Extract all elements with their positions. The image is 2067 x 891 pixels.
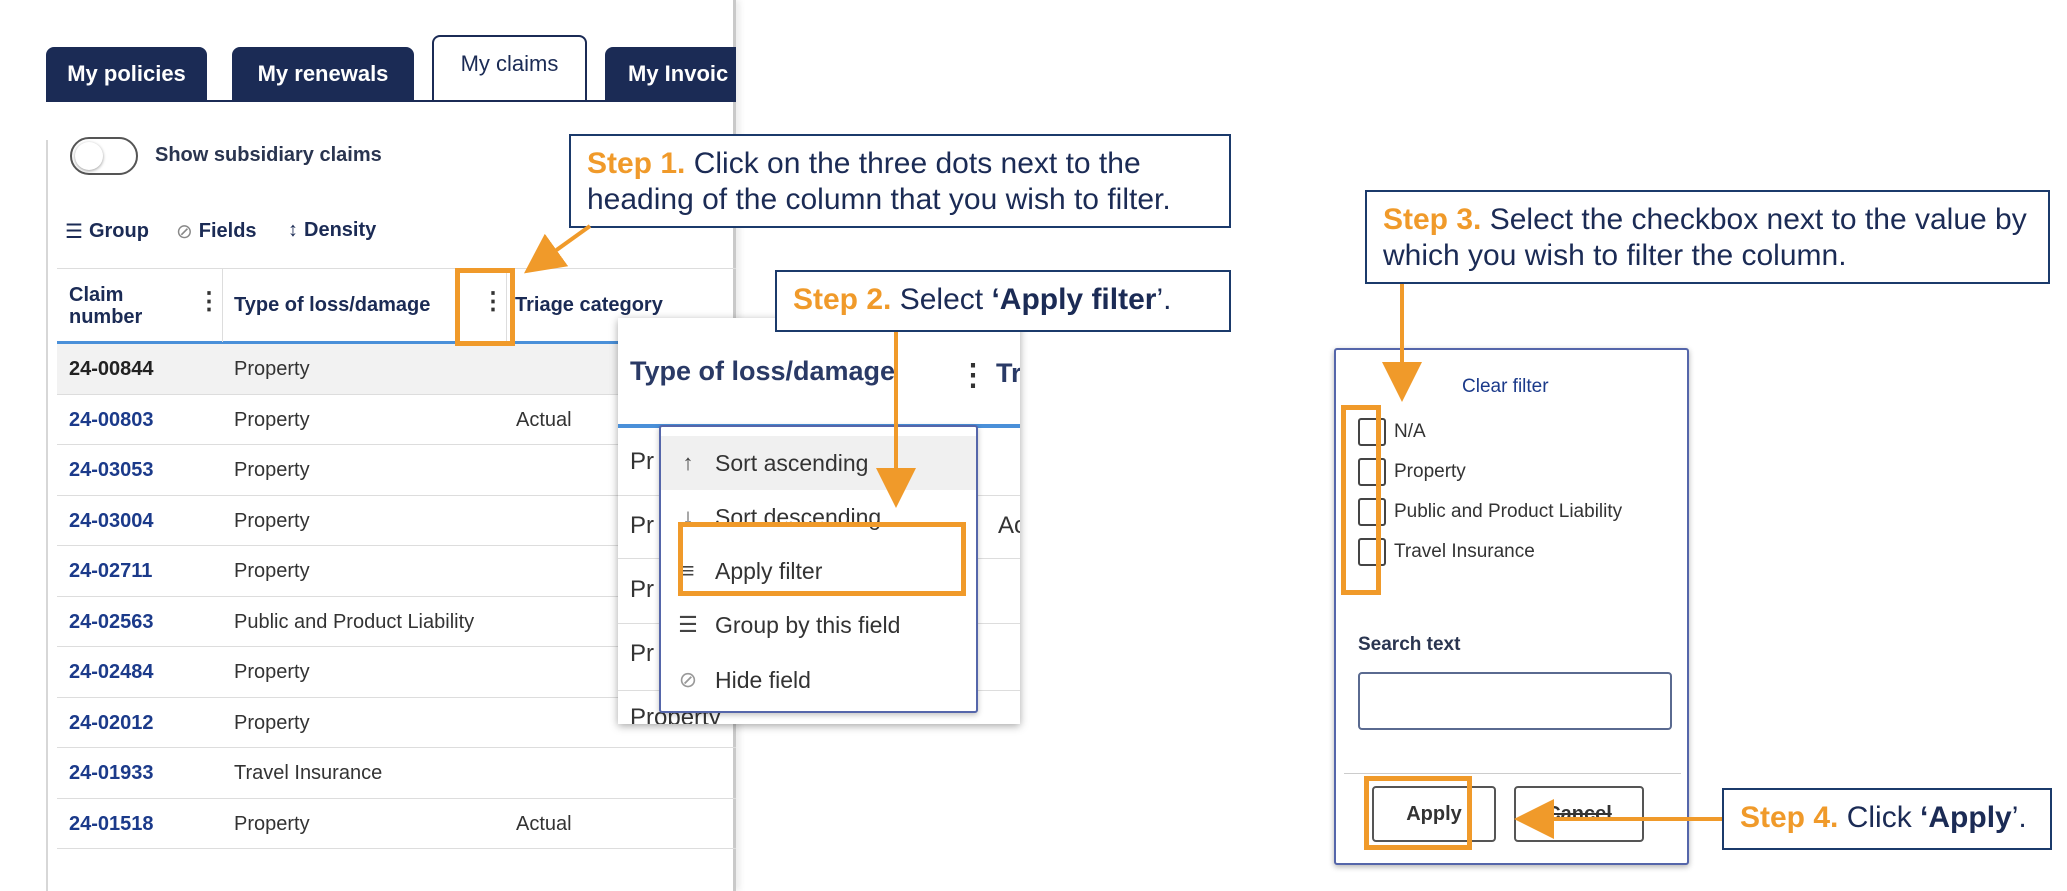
panel-border xyxy=(46,140,48,891)
apply-filter-highlight xyxy=(678,522,966,596)
menu-group-by-field[interactable]: ☰ Group by this field xyxy=(661,598,976,652)
menu-item-label: Group by this field xyxy=(715,611,901,638)
loss-type: Property xyxy=(234,459,310,481)
claim-number[interactable]: 24-03053 xyxy=(69,459,154,482)
loss-type: Property xyxy=(234,358,310,380)
loss-type: Property xyxy=(234,509,310,532)
filter-option[interactable]: Travel Insurance xyxy=(1358,538,1535,566)
step3-callout: Step 3. Select the checkbox next to the … xyxy=(1365,190,2050,284)
toggle-knob xyxy=(75,142,103,170)
claim-number[interactable]: 24-02711 xyxy=(69,560,152,583)
arrow-up-icon: ↑ xyxy=(682,450,694,475)
fields-button[interactable]: ⊘ Fields xyxy=(176,219,257,244)
group-icon: ☰ xyxy=(65,221,83,243)
apply-highlight xyxy=(1364,776,1472,850)
menu-col-header: Type of loss/damage xyxy=(630,356,896,386)
dots-highlight xyxy=(455,268,515,346)
bg-cell-triage: Ac xyxy=(998,512,1020,539)
group-button[interactable]: ☰ Group xyxy=(65,219,149,244)
clear-filter-link[interactable]: Clear filter xyxy=(1462,376,1549,398)
bg-cell: Pr xyxy=(630,448,654,475)
step2-text: Select xyxy=(891,283,992,316)
table-row[interactable]: 24-01518 Property Actual xyxy=(57,799,736,849)
toggle-label: Show subsidiary claims xyxy=(155,144,382,166)
tab-my-invoices[interactable]: My Invoic xyxy=(605,47,736,101)
col-menu-dots-icon[interactable]: ⋮ xyxy=(197,287,221,316)
step1-callout: Step 1. Click on the three dots next to … xyxy=(569,134,1231,228)
menu-sort-ascending[interactable]: ↑ Sort ascending xyxy=(661,436,976,490)
loss-type: Property xyxy=(234,711,310,734)
eye-off-icon: ⊘ xyxy=(678,667,698,692)
claim-number[interactable]: 24-00844 xyxy=(69,358,154,381)
filter-option-label: Property xyxy=(1394,461,1466,482)
loss-type: Property xyxy=(234,560,310,582)
density-button[interactable]: ↕ Density xyxy=(288,219,376,242)
step2-callout: Step 2. Select ‘Apply filter’. xyxy=(775,270,1231,332)
menu-hide-field[interactable]: ⊘ Hide field xyxy=(661,653,976,707)
claim-number[interactable]: 24-01933 xyxy=(69,762,154,785)
search-input[interactable] xyxy=(1358,672,1672,730)
step2-label: Step 2. xyxy=(793,283,892,316)
menu-item-label: Hide field xyxy=(715,666,811,693)
fields-label: Fields xyxy=(198,220,257,242)
step2-bold: ‘Apply filter xyxy=(991,283,1157,316)
claim-number[interactable]: 24-02012 xyxy=(69,712,154,735)
col-menu-dots-icon[interactable]: ⋮ xyxy=(958,358,988,393)
loss-type: Public and Product Liability xyxy=(234,610,475,633)
menu-col-header-next: Tr xyxy=(996,358,1020,388)
col-claim-line2: number xyxy=(69,305,143,328)
step4-end: ’. xyxy=(2011,801,2027,834)
claim-number[interactable]: 24-00803 xyxy=(69,409,154,432)
step4-label: Step 4. xyxy=(1740,801,1839,834)
col-claim-line1: Claim xyxy=(69,283,124,306)
step4-bold: ‘Apply xyxy=(1920,801,2012,834)
filter-option[interactable]: Public and Product Liability xyxy=(1358,498,1622,526)
loss-type: Property xyxy=(234,661,310,683)
density-icon: ↕ xyxy=(288,219,298,241)
step4-text: Click xyxy=(1838,801,1921,834)
triage-category: Actual xyxy=(516,408,572,431)
bg-cell: Pr xyxy=(630,512,654,539)
search-label: Search text xyxy=(1358,634,1461,655)
triage-category: Actual xyxy=(516,812,572,835)
col-separator xyxy=(222,269,223,342)
col-header-claim-number: Claim number xyxy=(69,269,142,342)
step4-callout: Step 4. Click ‘Apply’. xyxy=(1722,788,2052,850)
claim-number[interactable]: 24-02563 xyxy=(69,611,154,634)
bg-cell: Pr xyxy=(630,640,654,667)
subsidiary-toggle[interactable] xyxy=(70,137,138,175)
table-row[interactable]: 24-01933 Travel Insurance xyxy=(57,748,736,799)
tab-underline xyxy=(46,100,736,102)
panel-divider xyxy=(1344,773,1681,774)
claim-number[interactable]: 24-02484 xyxy=(69,661,154,684)
density-label: Density xyxy=(304,219,377,241)
bg-cell: Pr xyxy=(630,576,654,603)
group-label: Group xyxy=(88,220,149,242)
step3-label: Step 3. xyxy=(1383,203,1482,236)
eye-off-icon: ⊘ xyxy=(176,221,193,243)
checkbox-highlight xyxy=(1341,405,1381,595)
filter-option-label: N/A xyxy=(1394,421,1426,442)
claim-number[interactable]: 24-03004 xyxy=(69,510,154,533)
loss-type: Property xyxy=(234,812,310,835)
cancel-button[interactable]: Cancel xyxy=(1514,786,1644,842)
claim-number[interactable]: 24-01518 xyxy=(69,813,154,836)
tab-my-claims[interactable]: My claims xyxy=(432,35,587,101)
filter-option-label: Travel Insurance xyxy=(1394,541,1535,562)
loss-type: Travel Insurance xyxy=(234,762,383,784)
step2-end: ’. xyxy=(1156,283,1172,316)
group-icon: ☰ xyxy=(678,612,698,637)
col-header-type: Type of loss/damage xyxy=(234,294,431,316)
step1-label: Step 1. xyxy=(587,147,686,180)
tab-my-policies[interactable]: My policies xyxy=(46,47,207,101)
loss-type: Property xyxy=(234,408,310,431)
menu-item-label: Sort ascending xyxy=(715,449,869,476)
tab-my-renewals[interactable]: My renewals xyxy=(232,47,414,101)
filter-option-label: Public and Product Liability xyxy=(1394,501,1623,522)
